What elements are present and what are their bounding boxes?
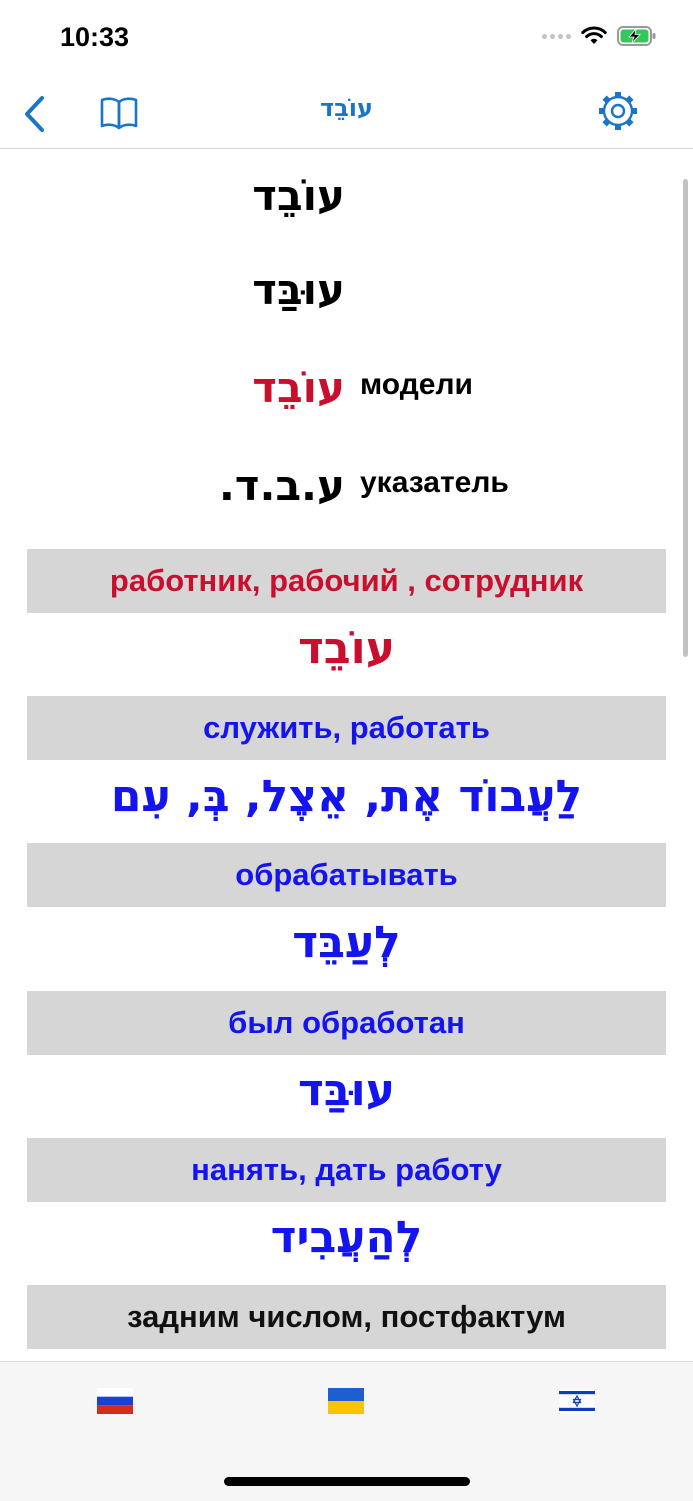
- ukraine-flag-icon: [328, 1388, 364, 1414]
- hebrew-form: עוּבַּד: [252, 265, 345, 314]
- translation-band: нанять, дать работу: [27, 1138, 666, 1202]
- root-index-row[interactable]: ע.ב.ד. указатель: [0, 461, 693, 521]
- page-title: עוֹבֵד: [320, 94, 373, 122]
- home-indicator[interactable]: [224, 1477, 470, 1486]
- translation-band: работник, рабочий , сотрудник: [27, 549, 666, 613]
- tab-russian[interactable]: [97, 1388, 133, 1414]
- battery-charging-icon: [617, 26, 656, 46]
- hebrew-entry: לַעֲבוֹד אֶת, אֵצֶל, בְּ, עִם: [110, 771, 583, 822]
- russia-flag-icon: [97, 1388, 133, 1414]
- scroll-indicator[interactable]: [683, 179, 688, 657]
- cellular-signal-icon: [542, 33, 571, 39]
- gear-icon: [599, 92, 637, 130]
- status-time: 10:33: [60, 22, 130, 52]
- form-row: עוֹבֵד: [0, 171, 693, 231]
- models-label: модели: [360, 368, 473, 401]
- word-detail-content[interactable]: עוֹבֵד עוּבַּד עוֹבֵד модели ע.ב.ד. указ…: [0, 149, 693, 1361]
- israel-flag-icon: [558, 1387, 596, 1415]
- hebrew-entry: לְהַעֲבִיד: [270, 1212, 423, 1263]
- status-bar: 10:33: [0, 0, 693, 80]
- translation-band: задним числом, постфактум: [27, 1285, 666, 1349]
- models-row[interactable]: עוֹבֵד модели: [0, 363, 693, 423]
- hebrew-form: עוֹבֵד: [252, 171, 345, 220]
- navigation-bar: עוֹבֵד: [0, 80, 693, 149]
- status-icons: [542, 26, 657, 46]
- tab-ukrainian[interactable]: [328, 1388, 364, 1414]
- settings-button[interactable]: [593, 86, 643, 136]
- hebrew-entry: עוּבַּד: [297, 1065, 396, 1116]
- hebrew-entry: לְעַבֵּד: [292, 917, 401, 968]
- hebrew-model-form: עוֹבֵד: [252, 363, 345, 412]
- translation-band: служить, работать: [27, 696, 666, 760]
- index-label: указатель: [360, 466, 509, 499]
- hebrew-root: ע.ב.ד.: [218, 461, 345, 510]
- tab-hebrew[interactable]: [558, 1387, 596, 1415]
- translation-band: был обработан: [27, 991, 666, 1055]
- translation-band: обрабатывать: [27, 843, 666, 907]
- form-row: עוּבַּד: [0, 265, 693, 325]
- hebrew-entry: עוֹבֵד: [297, 623, 396, 674]
- wifi-icon: [581, 26, 607, 44]
